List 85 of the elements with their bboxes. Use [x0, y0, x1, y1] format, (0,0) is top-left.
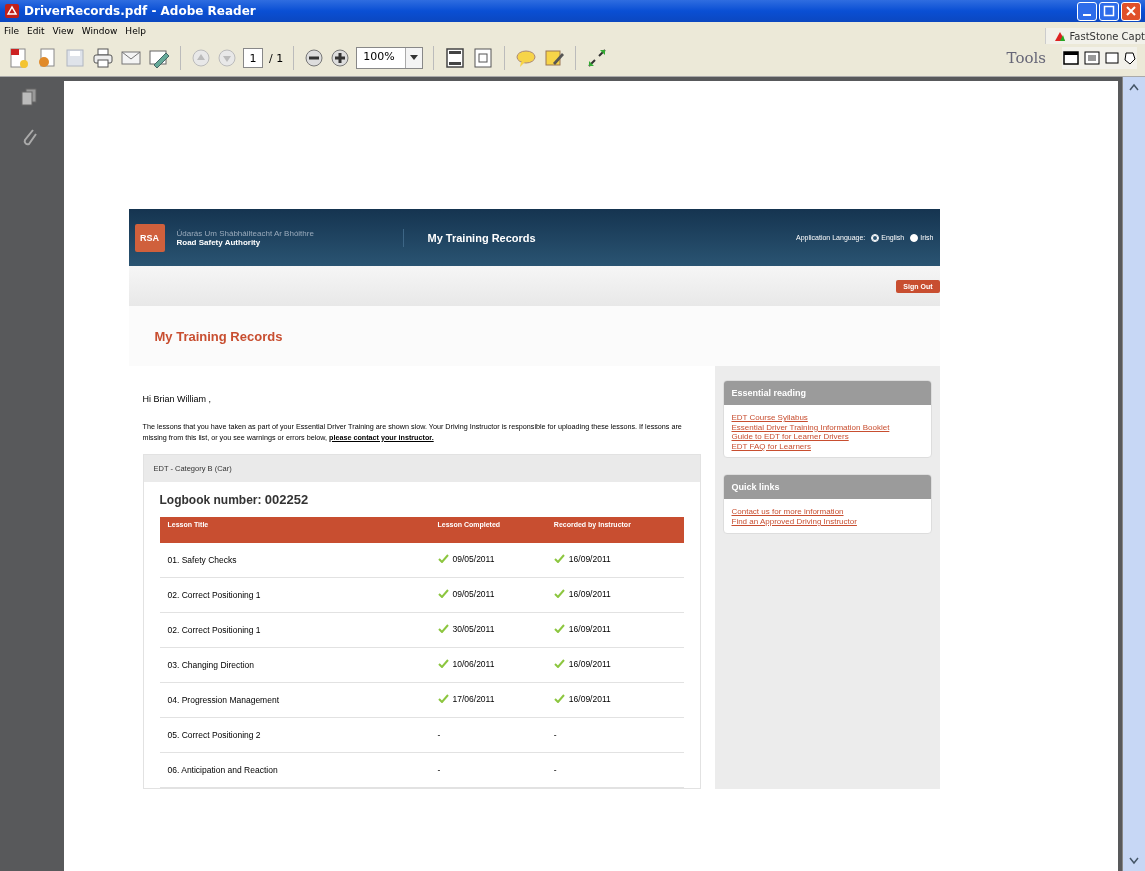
zoom-out-icon[interactable] [304, 48, 325, 68]
rectangle-capture-icon[interactable] [1104, 49, 1120, 67]
table-cell: 09/05/2011 [452, 553, 495, 564]
check-icon [437, 554, 449, 564]
sidebar-link[interactable]: EDT Course Syllabus [731, 413, 923, 423]
table-cell: 02. Correct Positioning 1 [159, 577, 430, 613]
fit-width-icon[interactable] [472, 47, 495, 69]
organisation-name: Údarás Um Shábháilteacht Ar Bhóithre [176, 228, 315, 238]
create-pdf-icon[interactable] [8, 47, 30, 69]
scroll-down-icon[interactable] [1129, 857, 1139, 865]
sidebar-link[interactable]: Find an Approved Driving Instructor [731, 516, 923, 527]
capture-toolbar-title: FastStone Capt [1045, 28, 1145, 44]
vertical-scrollbar[interactable] [1122, 77, 1145, 871]
zoom-in-icon[interactable] [330, 48, 351, 68]
logo: RSA [134, 223, 165, 252]
table-cell: 16/09/2011 [568, 553, 611, 564]
panel-heading: Essential reading [723, 381, 931, 405]
table-cell: 04. Progression Management [159, 682, 430, 718]
check-icon [553, 624, 565, 634]
close-icon [1125, 5, 1137, 17]
table-cell: 16/09/2011 [568, 658, 611, 669]
highlight-icon[interactable] [543, 47, 566, 69]
table-cell: 09/05/2011 [452, 588, 495, 599]
collaborate-icon[interactable] [148, 47, 170, 69]
table-cell: - [437, 764, 441, 775]
maximize-icon [1103, 5, 1115, 17]
check-icon [553, 554, 565, 564]
menu-item[interactable]: Help [125, 26, 146, 36]
table-cell: 06. Anticipation and Reaction [159, 752, 430, 788]
table-cell: - [553, 764, 557, 775]
table-cell: - [553, 729, 557, 740]
table-cell: 05. Correct Positioning 2 [159, 717, 430, 753]
page-count: / 1 [269, 51, 284, 65]
greeting: Hi Brian William , [142, 394, 212, 404]
page-number-field[interactable]: 1 [243, 48, 263, 68]
expand-icon[interactable] [586, 47, 609, 69]
capture-logo-icon [1054, 30, 1067, 42]
window-title: DriverRecords.pdf - Adobe Reader [24, 4, 256, 18]
check-icon [437, 589, 449, 599]
check-icon [437, 694, 449, 704]
menu-item[interactable]: File [4, 26, 20, 36]
zoom-dropdown[interactable]: 100% [356, 47, 424, 69]
close-button[interactable] [1121, 1, 1141, 21]
panel-heading: Quick links [723, 475, 931, 500]
sidebar-link[interactable]: Contact us for more information [731, 507, 923, 517]
table-cell: 16/09/2011 [568, 588, 611, 599]
header-title: My Training Records [427, 231, 536, 244]
menu-item[interactable]: Edit [27, 26, 45, 36]
check-icon [553, 694, 565, 704]
open-file-icon[interactable] [36, 47, 58, 69]
check-icon [437, 659, 449, 669]
logbook-number: 002252 [264, 491, 309, 507]
table-cell: - [437, 729, 441, 740]
table-cell: 30/05/2011 [452, 623, 495, 634]
check-icon [553, 659, 565, 669]
table-cell: 02. Correct Positioning 1 [159, 612, 430, 648]
maximize-button[interactable] [1099, 1, 1119, 21]
menu-item[interactable]: View [52, 26, 74, 36]
tools-button[interactable]: Tools [1006, 49, 1046, 67]
object-capture-icon[interactable] [1083, 49, 1101, 67]
sidebar-link[interactable]: Essential Driver Training Information Booklet [731, 422, 923, 433]
table-cell: 03. Changing Direction [159, 647, 430, 683]
table-cell: 17/06/2011 [452, 693, 495, 704]
freehand-capture-icon[interactable] [1123, 49, 1137, 67]
check-icon [437, 624, 449, 634]
sidebar-link[interactable]: EDT FAQ for Learners [731, 441, 923, 452]
fit-page-icon[interactable] [444, 47, 467, 69]
caret-icon [410, 55, 419, 61]
organisation-name: Road Safety Authority [176, 237, 262, 247]
table-cell: 10/06/2011 [452, 658, 495, 669]
table-cell: 01. Safety Checks [159, 542, 430, 578]
window-capture-icon[interactable] [1062, 49, 1080, 67]
minimize-icon [1083, 14, 1091, 16]
sidebar-link[interactable]: Guide to EDT for Learner Drivers [731, 432, 923, 442]
print-icon[interactable] [92, 47, 114, 69]
pages-icon[interactable] [19, 87, 39, 107]
check-icon [553, 589, 565, 599]
table-cell: 16/09/2011 [568, 623, 611, 634]
menu-item[interactable]: Window [81, 26, 118, 36]
table-cell: 16/09/2011 [568, 693, 611, 704]
logbook-label: Logbook number: [159, 492, 262, 507]
page-title: My Training Records [154, 328, 283, 344]
pdf-icon [4, 3, 20, 19]
minimize-button[interactable] [1077, 1, 1097, 21]
scroll-up-icon[interactable] [1129, 83, 1139, 91]
